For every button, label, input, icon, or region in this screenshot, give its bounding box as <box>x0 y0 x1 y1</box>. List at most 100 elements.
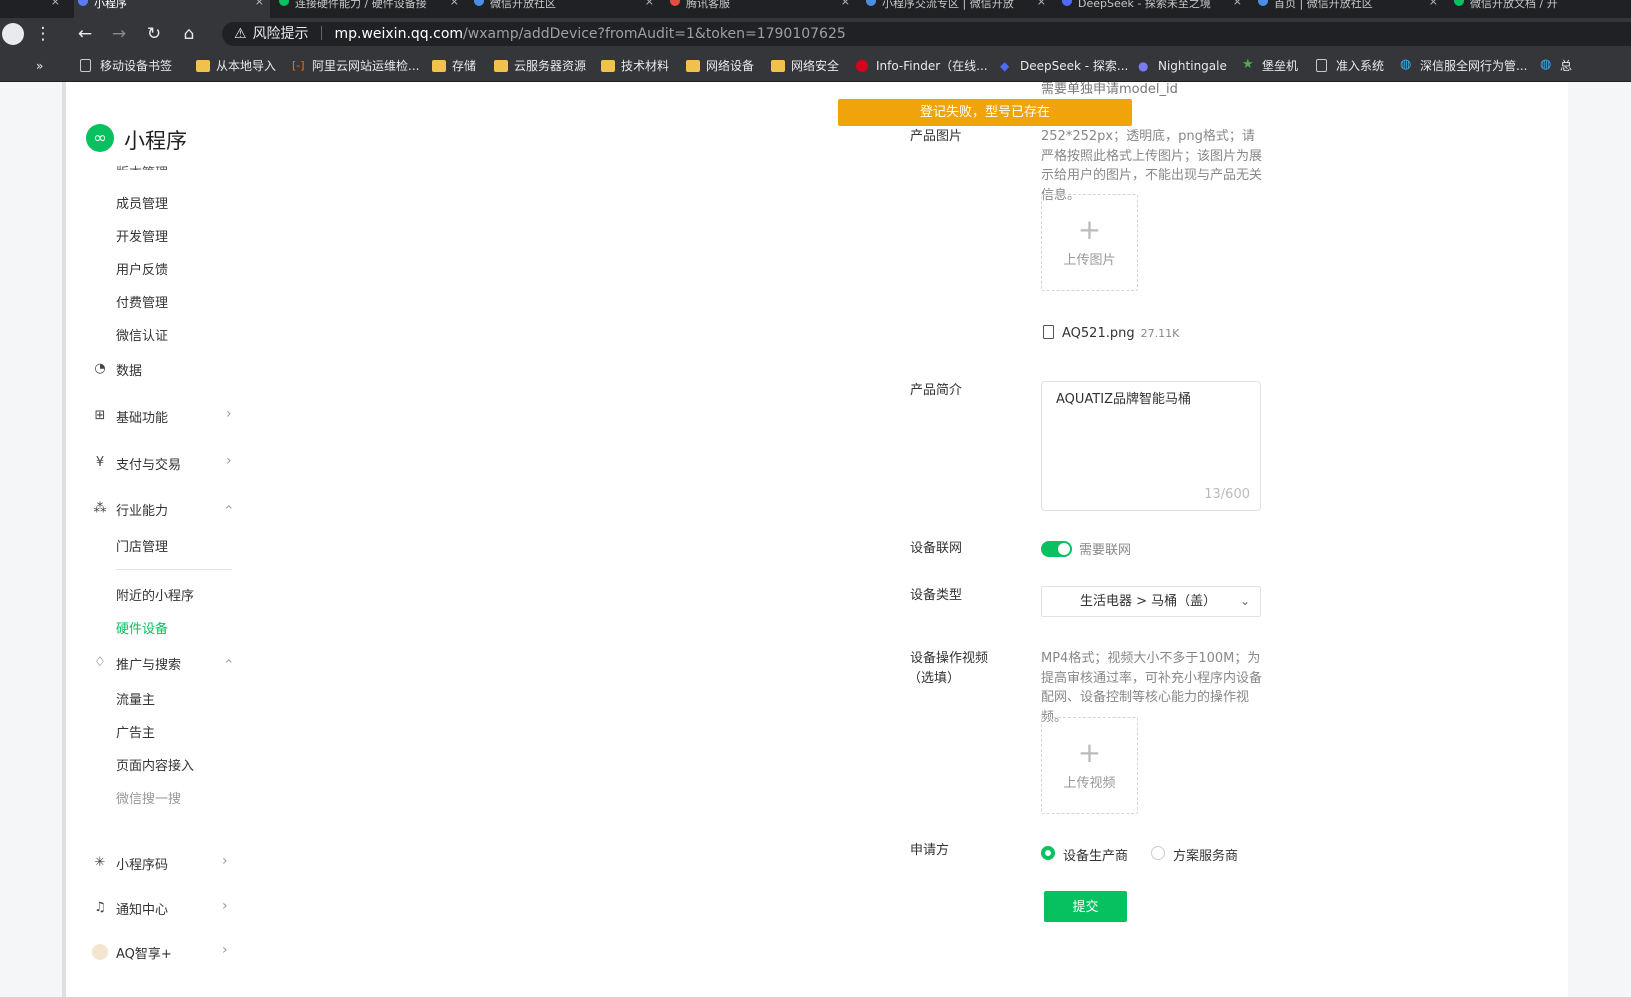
sidebar-item-advertiser[interactable]: 广告主 <box>116 722 155 741</box>
more-menu-icon[interactable]: ⋮ <box>32 25 54 43</box>
deepseek-favicon-icon <box>1062 0 1072 6</box>
chevron-right-icon: › <box>222 853 228 869</box>
bookmark-more[interactable]: ◍ 总 <box>1540 57 1572 74</box>
app-viewport: ∞ 小程序 版本管理 成员管理 开发管理 用户反馈 付费管理 微信认证 ◔ 数据… <box>0 82 1631 997</box>
tab-close-icon[interactable]: × <box>450 0 459 7</box>
group-label: AQ智享+ <box>116 947 172 962</box>
sidebar-item-members[interactable]: 成员管理 <box>116 193 168 212</box>
group-label: 数据 <box>116 364 143 379</box>
tab-mini-program[interactable]: 小程序 × <box>74 0 270 18</box>
bookmark-bastion[interactable]: ★ 堡垒机 <box>1242 57 1298 74</box>
tab-close-icon[interactable]: × <box>255 0 264 7</box>
sidebar-item-development[interactable]: 开发管理 <box>116 226 168 245</box>
tencent-favicon-icon <box>670 0 680 6</box>
tab-close-icon[interactable]: × <box>1037 0 1046 7</box>
product-intro-label: 产品简介 <box>910 383 963 398</box>
submit-button[interactable]: 提交 <box>1044 891 1127 922</box>
left-gutter <box>0 82 66 997</box>
url-path: /wxamp/addDevice?fromAudit=1&token=17901… <box>463 26 846 42</box>
chevron-right-icon: › <box>222 942 228 958</box>
community-favicon-icon <box>866 0 876 6</box>
radio-label: 设备生产商 <box>1063 849 1129 864</box>
security-label[interactable]: 风险提示 <box>253 26 309 42</box>
file-size: 27.11K <box>1140 327 1180 340</box>
globe-icon: ◍ <box>1540 57 1552 72</box>
bookmarks-bar: » 移动设备书签 从本地导入 [-] 阿里云网站运维检... 存储 云服务器资源 … <box>0 50 1631 82</box>
char-counter: 13/600 <box>1204 487 1250 502</box>
device-type-select[interactable]: 生活电器 > 马桶（盖） ⌄ <box>1041 586 1261 617</box>
flame-icon: ♢ <box>94 655 106 670</box>
bookmark-cloud-servers[interactable]: 云服务器资源 <box>494 58 586 74</box>
community-favicon-icon <box>474 0 484 6</box>
product-intro-textarea[interactable]: AQUATIZ品牌智能马桶 13/600 <box>1041 381 1261 511</box>
tab-open-community[interactable]: 微信开放社区 × <box>470 0 660 18</box>
tab-hardware[interactable]: 连接硬件能力 / 硬件设备接 × <box>275 0 465 18</box>
forward-arrow-icon[interactable]: → <box>108 25 130 43</box>
reload-icon[interactable]: ↻ <box>143 25 165 43</box>
radio-selected-icon <box>1041 846 1055 860</box>
tab-mp-forum[interactable]: 小程序交流专区 | 微信开放 × <box>862 0 1052 18</box>
tab-deepseek[interactable]: DeepSeek - 探索未至之境 × <box>1058 0 1248 18</box>
folder-icon <box>601 60 615 72</box>
bookmark-access-system[interactable]: 准入系统 <box>1316 58 1384 74</box>
sidebar-item-content-access[interactable]: 页面内容接入 <box>116 755 194 774</box>
tab-close-icon[interactable]: × <box>841 0 850 7</box>
image-upload-box[interactable]: + 上传图片 <box>1041 194 1138 291</box>
chevron-right-icon: › <box>222 898 228 914</box>
sidebar-item-version[interactable]: 版本管理 <box>116 162 168 170</box>
upload-image-label: 上传图片 <box>1063 253 1116 268</box>
network-toggle[interactable] <box>1041 541 1072 557</box>
chevron-right-icon: › <box>226 453 232 469</box>
bookmark-aliyun[interactable]: [-] 阿里云网站运维检... <box>292 58 419 74</box>
url-field[interactable]: ⚠ 风险提示 mp.weixin.qq.com/wxamp/addDevice?f… <box>222 22 1631 46</box>
sidebar-item-stores[interactable]: 门店管理 <box>116 536 168 555</box>
sidebar-item-billing[interactable]: 付费管理 <box>116 292 168 311</box>
uploaded-file[interactable]: AQ521.png 27.11K <box>1043 325 1179 341</box>
group-label: 行业能力 <box>116 504 169 519</box>
bookmark-info-finder[interactable]: Info-Finder（在线... <box>856 58 988 74</box>
bookmark-network-security[interactable]: 网络安全 <box>771 58 839 74</box>
bookmark-import[interactable]: 从本地导入 <box>196 58 276 74</box>
sidebar-item-hardware[interactable]: 硬件设备 <box>116 618 168 637</box>
network-toggle-label: 需要联网 <box>1079 543 1132 558</box>
bookmark-network-devices[interactable]: 网络设备 <box>686 58 754 74</box>
device-video-label: 设备操作视频 <box>910 651 989 666</box>
chevron-right-icon: › <box>226 406 232 422</box>
tab-close-icon[interactable]: × <box>1429 0 1438 7</box>
sidebar-item-feedback[interactable]: 用户反馈 <box>116 259 168 278</box>
sidebar-item-nearby[interactable]: 附近的小程序 <box>116 585 194 604</box>
device-network-label: 设备联网 <box>910 541 963 556</box>
bookmark-nightingale[interactable]: ● Nightingale <box>1138 58 1227 74</box>
pie-chart-icon: ◔ <box>94 361 106 376</box>
tab-close-icon[interactable]: × <box>51 0 60 7</box>
radio-label: 方案服务商 <box>1173 849 1239 864</box>
browser-tab-strip: × 小程序 × 连接硬件能力 / 硬件设备接 × 微信开放社区 × 腾讯客服 ×… <box>0 0 1631 18</box>
bookmark-mobile[interactable]: 移动设备书签 <box>80 58 172 74</box>
bookmark-sangfor[interactable]: ◍ 深信服全网行为管... <box>1400 57 1527 74</box>
chevron-down-icon: ⌄ <box>1239 594 1250 608</box>
globe-icon: ◍ <box>1400 57 1412 72</box>
sidebar: ∞ 小程序 版本管理 成员管理 开发管理 用户反馈 付费管理 微信认证 ◔ 数据… <box>66 82 392 997</box>
applicant-label: 申请方 <box>910 843 950 858</box>
video-upload-box[interactable]: + 上传视频 <box>1041 717 1138 814</box>
tab-close-icon[interactable]: × <box>1233 0 1242 7</box>
tab-open-docs[interactable]: 微信开放文档 / 开 <box>1450 0 1631 18</box>
bookmark-storage[interactable]: 存储 <box>432 58 476 74</box>
bookmark-label: 技术材料 <box>621 59 670 73</box>
tab-close-icon[interactable]: × <box>645 0 654 7</box>
warning-triangle-icon[interactable]: ⚠ <box>234 26 247 42</box>
bookmarks-overflow-button[interactable]: » <box>36 58 43 74</box>
bookmark-deepseek[interactable]: ◆ DeepSeek - 探索... <box>1000 58 1128 74</box>
grid-icon: ⊞ <box>94 408 106 423</box>
tab-tencent-service[interactable]: 腾讯客服 × <box>666 0 856 18</box>
tab-community-home[interactable]: 首页 | 微信开放社区 × <box>1254 0 1444 18</box>
home-icon[interactable]: ⌂ <box>178 25 200 43</box>
sidebar-item-verification[interactable]: 微信认证 <box>116 325 168 344</box>
profile-avatar-icon[interactable] <box>2 23 24 45</box>
sidebar-item-wechat-search[interactable]: 微信搜一搜 <box>116 788 181 807</box>
nodes-icon: ⁂ <box>93 501 107 516</box>
bookmark-tech-docs[interactable]: 技术材料 <box>601 58 669 74</box>
back-arrow-icon[interactable]: ← <box>74 25 96 43</box>
sidebar-item-traffic-owner[interactable]: 流量主 <box>116 689 155 708</box>
bookmark-label: 云服务器资源 <box>514 59 587 73</box>
